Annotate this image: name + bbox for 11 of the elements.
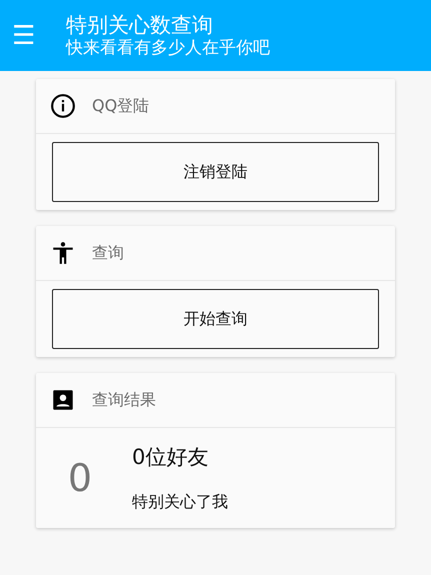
app-subtitle: 快来看看有多少人在乎你吧 <box>66 38 270 58</box>
info-icon <box>50 93 76 119</box>
result-caption: 特别关心了我 <box>132 490 228 513</box>
friend-count: 0位好友 <box>132 444 210 472</box>
count-number: 0 <box>66 459 94 497</box>
card-title: 查询结果 <box>92 389 156 411</box>
app-title: 特别关心数查询 <box>66 12 214 38</box>
card-title: QQ登陆 <box>92 95 150 117</box>
outline-button[interactable]: 注销登陆 <box>52 142 379 202</box>
outline-button[interactable]: 开始查询 <box>52 289 379 349</box>
card-title: 查询 <box>92 242 124 264</box>
